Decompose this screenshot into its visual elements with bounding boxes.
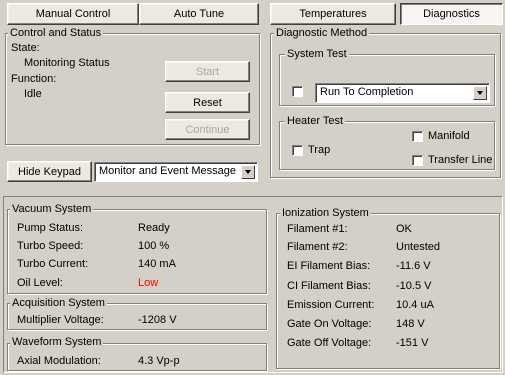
system-test-legend: System Test [285,48,349,60]
tab-manual-control-label: Manual Control [35,8,111,20]
multiplier-voltage-value: -1208 V [138,314,177,326]
oil-level-label: Oil Level: [17,277,63,289]
turbo-current-label: Turbo Current: [17,258,89,270]
trap-label: Trap [308,144,331,156]
message-mode-select[interactable]: Monitor and Event Message [94,162,258,182]
system-test-select[interactable]: Run To Completion [315,83,490,103]
hide-keypad-label: Hide Keypad [18,165,81,178]
system-test-checkbox[interactable] [292,86,303,97]
ionization-system-legend: Ionization System [280,207,371,219]
tab-temperatures[interactable]: Temperatures [270,3,396,25]
pump-status-value: Ready [138,222,170,234]
transfer-line-checkbox[interactable] [412,155,423,166]
state-label: State: [11,42,40,54]
gate-off-voltage-label: Gate Off Voltage: [287,337,372,349]
gate-off-voltage-value: -151 V [396,337,429,349]
start-button[interactable]: Start [165,61,250,82]
emission-current-value: 10.4 uA [396,299,434,311]
continue-button-label: Continue [185,123,230,136]
message-mode-value: Monitor and Event Message [99,165,236,177]
emission-current-label: Emission Current: [287,299,375,311]
axial-modulation-value: 4.3 Vp-p [138,355,180,367]
reset-button[interactable]: Reset [165,92,250,113]
acquisition-system-legend: Acquisition System [10,297,107,309]
continue-button[interactable]: Continue [165,119,250,140]
ci-filament-bias-value: -10.5 V [396,280,432,292]
function-label: Function: [11,73,57,85]
waveform-system-legend: Waveform System [10,336,104,348]
chevron-down-icon[interactable] [473,86,487,100]
turbo-current-value: 140 mA [138,258,176,270]
oil-level-value: Low [138,277,159,289]
pump-status-label: Pump Status: [17,222,84,234]
diagnostic-method-legend: Diagnostic Method [274,27,370,39]
tab-diagnostics-label: Diagnostics [423,8,480,20]
manifold-checkbox[interactable] [412,131,423,142]
control-status-legend: Control and Status [8,27,104,39]
filament1-value: OK [396,223,412,235]
filament1-label: Filament #1: [287,223,348,235]
tab-auto-tune[interactable]: Auto Tune [139,3,259,25]
trap-checkbox[interactable] [292,145,303,156]
turbo-speed-label: Turbo Speed: [17,240,84,252]
start-button-label: Start [195,65,220,78]
tab-manual-control[interactable]: Manual Control [7,3,139,25]
ei-filament-bias-value: -11.6 V [396,260,431,272]
tab-auto-tune-label: Auto Tune [173,8,225,20]
function-value: Idle [24,88,42,100]
turbo-speed-value: 100 % [138,240,170,252]
gate-on-voltage-label: Gate On Voltage: [287,318,372,330]
axial-modulation-label: Axial Modulation: [17,355,101,367]
ci-filament-bias-label: CI Filament Bias: [287,280,371,292]
transfer-line-label: Transfer Line [428,154,493,166]
filament2-label: Filament #2: [287,241,348,253]
tab-temperatures-label: Temperatures [299,8,367,20]
chevron-down-icon[interactable] [241,165,255,179]
heater-test-legend: Heater Test [285,115,346,127]
hide-keypad-button[interactable]: Hide Keypad [7,161,92,182]
reset-button-label: Reset [193,96,222,109]
filament2-value: Untested [396,241,441,253]
manifold-label: Manifold [428,130,470,142]
tab-diagnostics[interactable]: Diagnostics [400,3,503,25]
system-test-value: Run To Completion [320,86,414,98]
gate-on-voltage-value: 148 V [396,318,425,330]
vacuum-system-legend: Vacuum System [10,203,94,215]
state-value: Monitoring Status [24,57,110,69]
multiplier-voltage-label: Multiplier Voltage: [17,314,104,326]
ei-filament-bias-label: EI Filament Bias: [287,260,371,272]
